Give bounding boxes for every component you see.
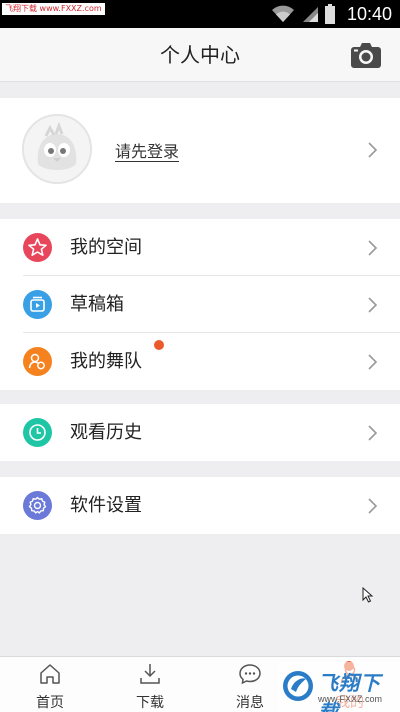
team-icon (23, 347, 52, 376)
watermark-logo-text: 飞翔下载 (318, 671, 381, 712)
chevron-right-icon (368, 297, 378, 313)
menu-item-my-team[interactable]: 我的舞队 (0, 333, 400, 390)
menu-label: 观看历史 (70, 422, 142, 443)
status-watermark: 飞翔下载 www.FXXZ.com (2, 3, 105, 15)
battery-icon (324, 4, 335, 24)
chevron-right-icon (368, 425, 378, 441)
bird-avatar-icon (24, 116, 90, 182)
star-icon (23, 233, 52, 262)
avatar[interactable] (22, 114, 92, 184)
menu-group-3: 软件设置 (0, 477, 400, 534)
status-time: 10:40 (346, 3, 392, 24)
home-icon (40, 664, 60, 684)
clock-icon (23, 418, 52, 447)
menu-item-watch-history[interactable]: 观看历史 (0, 404, 400, 461)
login-link[interactable]: 请先登录 (115, 138, 179, 162)
drafts-icon (23, 290, 52, 319)
camera-button[interactable] (350, 41, 382, 69)
menu-group-1: 我的空间 草稿箱 我的舞队 (0, 219, 400, 390)
watermark-logo-site: www.FXXZ.com (318, 694, 383, 704)
download-icon (140, 664, 160, 684)
tab-home[interactable]: 首页 (0, 657, 100, 712)
wifi-icon (271, 5, 294, 22)
chevron-right-icon (368, 142, 378, 158)
watermark-logo: 飞翔下载 www.FXXZ.com (278, 662, 400, 712)
tab-label: 下载 (136, 695, 164, 711)
mouse-cursor-icon (362, 587, 374, 603)
profile-section[interactable]: 请先登录 (0, 98, 400, 203)
status-icons: 10:40 (271, 2, 392, 26)
menu-group-2: 观看历史 (0, 404, 400, 461)
menu-label: 软件设置 (70, 495, 142, 516)
chevron-right-icon (368, 354, 378, 370)
menu-label: 我的空间 (70, 237, 142, 258)
menu-item-drafts[interactable]: 草稿箱 (0, 276, 400, 333)
camera-icon (351, 43, 381, 68)
message-icon (239, 664, 261, 685)
chevron-right-icon (368, 240, 378, 256)
menu-label: 草稿箱 (70, 294, 124, 315)
gear-icon (23, 491, 52, 520)
notification-badge (154, 340, 164, 350)
chevron-right-icon (368, 498, 378, 514)
tab-download[interactable]: 下载 (100, 657, 200, 712)
status-bar: 飞翔下载 www.FXXZ.com 10:40 (0, 0, 400, 28)
header: 个人中心 (0, 28, 400, 82)
signal-icon (302, 7, 318, 22)
menu-item-settings[interactable]: 软件设置 (0, 477, 400, 534)
menu-label: 我的舞队 (70, 351, 142, 372)
page-title: 个人中心 (160, 43, 240, 67)
menu-item-my-space[interactable]: 我的空间 (0, 219, 400, 276)
tab-label: 首页 (36, 695, 64, 711)
